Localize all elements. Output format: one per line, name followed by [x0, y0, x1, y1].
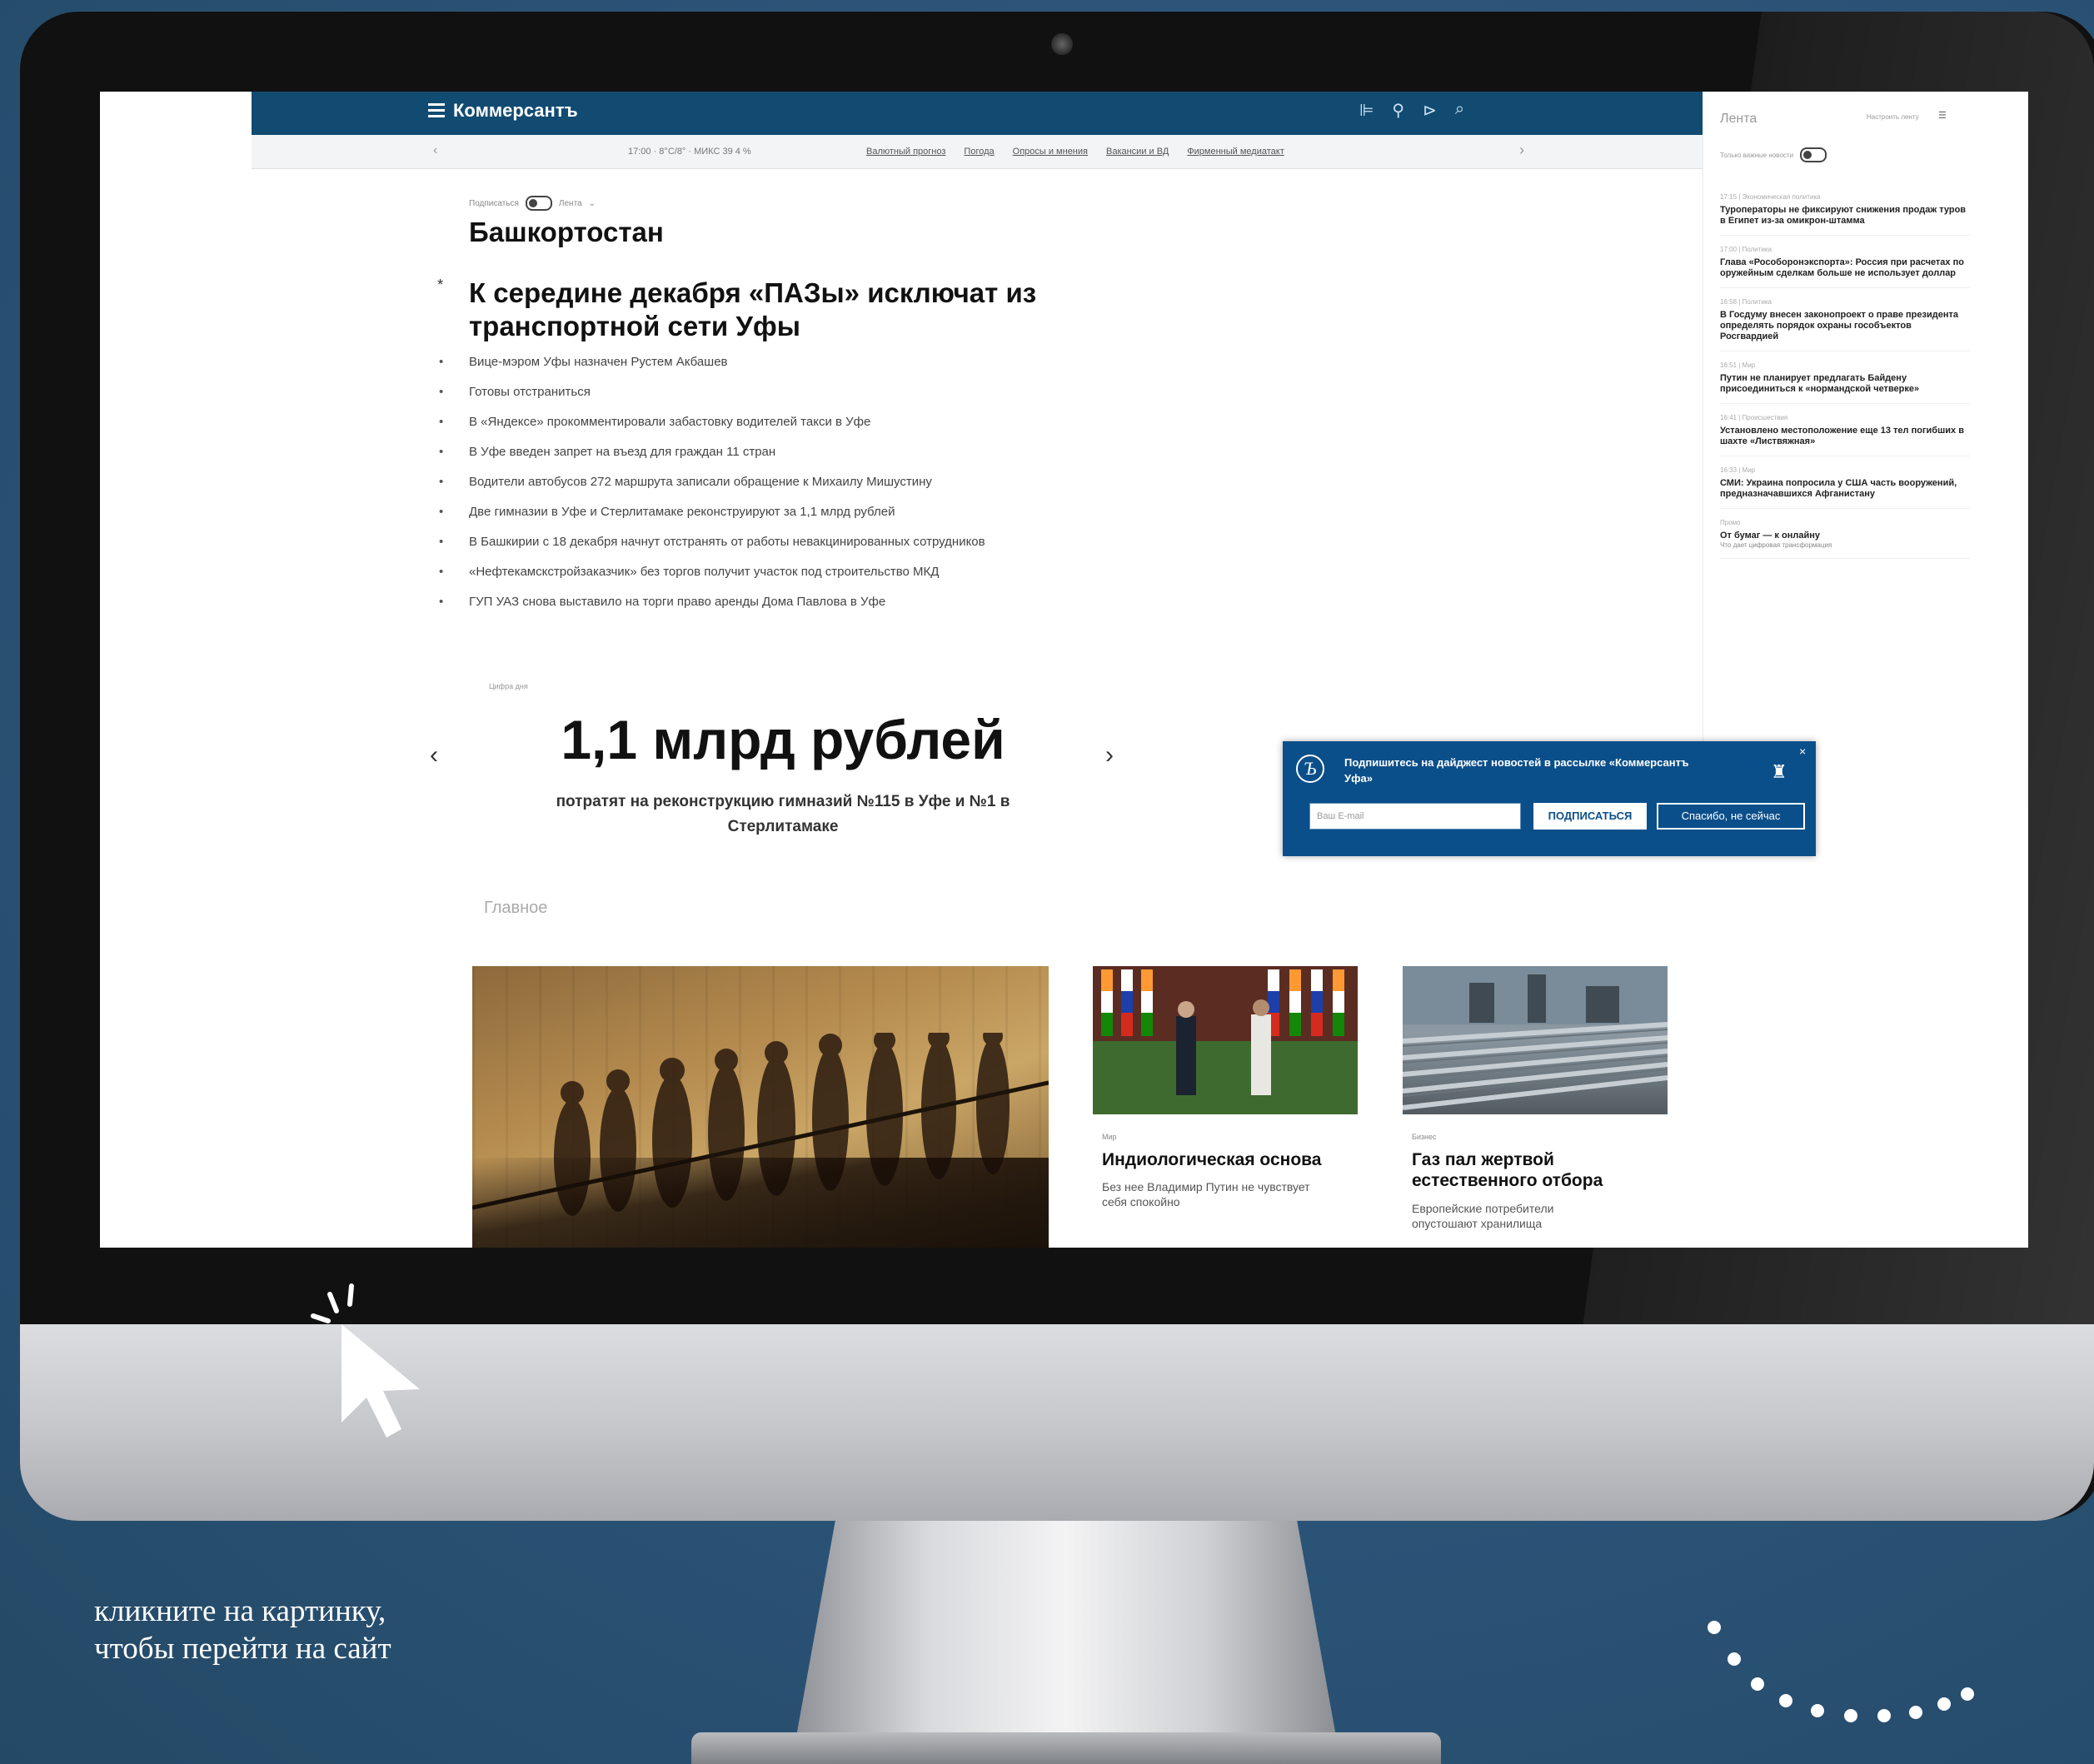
caption-line: кликните на картинку, — [94, 1594, 386, 1628]
feed-item[interactable]: 16:51 | Мир Путин не планирует предлагат… — [1720, 358, 1970, 404]
feed-item-text[interactable]: Глава «Рособоронэкспорта»: Россия при ра… — [1720, 257, 1970, 279]
list-item[interactable]: «Нефтекамскстройзаказчик» без торгов пол… — [437, 564, 1070, 580]
feed-item-meta: 17:00 | Политика — [1720, 246, 1772, 253]
news-feed-sidebar: Лента Настроить ленту ☰ Только важные но… — [1703, 92, 2028, 775]
monitor-stand-base — [691, 1732, 1441, 1764]
card-category[interactable]: Бизнес — [1412, 1133, 1437, 1141]
feed-item-text[interactable]: В Госдуму внесен законопроект о праве пр… — [1720, 310, 1970, 342]
settings-icon[interactable]: ☰ — [1938, 110, 1947, 121]
subnav-link[interactable]: Вакансии и ВД — [1106, 147, 1169, 157]
feed-item-meta: 16:33 | Мир — [1720, 466, 1756, 474]
feed-item[interactable]: Промо От бумаг — к онлайну Что дает цифр… — [1720, 516, 1970, 559]
cursor-click-icon — [311, 1283, 420, 1438]
fact-prev-icon[interactable]: ‹ — [430, 741, 438, 770]
subnav-link[interactable]: Опросы и мнения — [1013, 147, 1088, 157]
news-photo-gas-pipes[interactable] — [1403, 966, 1668, 1114]
feed-item-text[interactable]: Туроператоры не фиксируют снижения прода… — [1720, 205, 1970, 227]
subscribe-popup: Ъ Подпишитесь на дайджест новостей в рас… — [1283, 741, 1816, 856]
feed-dropdown[interactable]: Лента — [559, 199, 582, 208]
news-photo-putin-modi[interactable] — [1093, 966, 1358, 1114]
popup-text: Подпишитесь на дайджест новостей в рассы… — [1344, 756, 1689, 785]
site-logo[interactable]: Коммерсантъ — [453, 100, 578, 122]
monitor-stand — [791, 1521, 1341, 1764]
subscribe-row: Подписаться Лента ⌄ — [469, 196, 596, 211]
card-lead: Европейские потребители опустошают храни… — [1412, 1202, 1554, 1230]
chevron-down-icon[interactable]: ⌄ — [589, 199, 596, 208]
camera-icon — [1051, 33, 1073, 55]
decline-button[interactable]: Спасибо, не сейчас — [1657, 803, 1805, 830]
feed-mode-toggle[interactable] — [1800, 147, 1827, 162]
feed-item-meta: 16:41 | Происшествия — [1720, 414, 1788, 421]
feed-title: Лента — [1720, 112, 1757, 126]
kommersant-logo-icon: Ъ — [1296, 755, 1324, 783]
feed-item-meta: 16:51 | Мир — [1720, 361, 1756, 369]
dotted-arrow-decoration — [1708, 1621, 1974, 1722]
card-lead: Без нее Владимир Путин не чувствует себя… — [1102, 1180, 1310, 1208]
feed-item[interactable]: 16:41 | Происшествия Установлено местопо… — [1720, 411, 1970, 456]
close-icon[interactable]: × — [1799, 745, 1806, 758]
feed-item-text[interactable]: От бумаг — к онлайну — [1720, 531, 1970, 541]
feed-mode-label: Только важные новости — [1720, 151, 1794, 159]
fact-description: потратят на реконструкцию гимназий №115 … — [556, 793, 1010, 835]
feed-item-meta: 17:15 | Экономическая политика — [1720, 193, 1821, 201]
subnav-link[interactable]: Валютный прогноз — [866, 147, 945, 157]
location-icon[interactable]: ⚲ — [1392, 100, 1404, 121]
card-title[interactable]: Газ пал жертвой естественного отбора — [1412, 1149, 1628, 1191]
subscribe-toggle[interactable] — [525, 196, 552, 211]
list-item[interactable]: ГУП УАЗ снова выставило на торги право а… — [437, 594, 1070, 610]
section-title: Главное — [484, 899, 548, 917]
subnav-links: Валютный прогноз Погода Опросы и мнения … — [866, 147, 1284, 157]
chevron-right-icon[interactable]: › — [1519, 142, 1524, 159]
subscribe-label: Подписаться — [469, 198, 519, 208]
screen[interactable]: Коммерсантъ ⊫ ⚲ ⊳ ⌕ ‹ 17:00 · 8°C/8° · М… — [100, 92, 2028, 1248]
star-icon: * — [437, 277, 444, 293]
feed-item[interactable]: 16:33 | Мир СМИ: Украина попросила у США… — [1720, 463, 1970, 509]
chevron-left-icon[interactable]: ‹ — [433, 143, 437, 158]
feed-item-text[interactable]: Установлено местоположение еще 13 тел по… — [1720, 426, 1970, 447]
subnav-link[interactable]: Погода — [964, 147, 994, 157]
feed-item-text[interactable]: СМИ: Украина попросила у США часть воору… — [1720, 478, 1970, 500]
feed-item-meta: Промо — [1720, 519, 1741, 526]
card-title[interactable]: Индиологическая основа — [1102, 1149, 1352, 1170]
broadcast-icon[interactable]: ⊳ — [1423, 100, 1437, 121]
subnav-date: 17:00 · 8°C/8° · МИКС 39 4 % — [628, 147, 751, 157]
feed-settings-link[interactable]: Настроить ленту — [1867, 113, 1919, 121]
list-item[interactable]: Готовы отстраниться — [437, 384, 1070, 400]
feed-mode: Только важные новости — [1720, 147, 1827, 162]
news-list: Вице-мэром Уфы назначен Рустем Акбашев Г… — [437, 354, 1070, 624]
list-item[interactable]: В Башкирии с 18 декабря начнут отстранят… — [437, 534, 1070, 550]
feed-item[interactable]: 16:58 | Политика В Госдуму внесен законо… — [1720, 295, 1970, 351]
main-news-photo[interactable] — [472, 966, 1049, 1248]
subnav-link[interactable]: Фирменный медиатакт — [1187, 147, 1284, 157]
feed-list: 17:15 | Экономическая политика Туроперат… — [1720, 190, 1970, 566]
list-item[interactable]: Водители автобусов 272 маршрута записали… — [437, 474, 1070, 490]
main-headline[interactable]: К середине декабря «ПАЗы» исключат из тр… — [469, 277, 1052, 343]
search-icon[interactable]: ⌕ — [1455, 100, 1464, 121]
feed-item-text[interactable]: Путин не планирует предлагать Байдену пр… — [1720, 373, 1970, 395]
feed-item[interactable]: 17:15 | Экономическая политика Туроперат… — [1720, 190, 1970, 236]
subnav: ‹ 17:00 · 8°C/8° · МИКС 39 4 % Валютный … — [252, 135, 1703, 169]
fact-next-icon[interactable]: › — [1105, 741, 1114, 770]
site-header: Коммерсантъ ⊫ ⚲ ⊳ ⌕ — [252, 92, 1703, 135]
promo-caption: кликните на картинку, чтобы перейти на с… — [94, 1592, 391, 1667]
list-item[interactable]: В «Яндексе» прокомментировали забастовку… — [437, 414, 1070, 430]
mail-bot-icon: ♜ — [1771, 761, 1787, 782]
menu-icon[interactable] — [428, 103, 445, 117]
feed-item-sub: Что дает цифровая трансформация — [1720, 541, 1832, 549]
list-item[interactable]: В Уфе введен запрет на въезд для граждан… — [437, 444, 1070, 460]
list-item[interactable]: Две гимназии в Уфе и Стерлитамаке реконс… — [437, 504, 1070, 520]
fact-value: 1,1 млрд рублей — [561, 709, 1005, 770]
page-title: Башкортостан — [469, 217, 664, 247]
chart-icon[interactable]: ⊫ — [1359, 100, 1374, 121]
list-item[interactable]: Вице-мэром Уфы назначен Рустем Акбашев — [437, 354, 1070, 370]
header-icons: ⊫ ⚲ ⊳ ⌕ — [1359, 100, 1464, 121]
email-field[interactable]: Ваш E-mail — [1309, 803, 1521, 830]
subscribe-button[interactable]: ПОДПИСАТЬСЯ — [1533, 803, 1647, 830]
caption-line: чтобы перейти на сайт — [94, 1632, 391, 1666]
feed-item[interactable]: 17:00 | Политика Глава «Рособоронэкспорт… — [1720, 242, 1970, 288]
feed-item-meta: 16:58 | Политика — [1720, 298, 1772, 306]
fact-label: Цифра дня — [489, 682, 528, 690]
card-category[interactable]: Мир — [1102, 1133, 1117, 1141]
